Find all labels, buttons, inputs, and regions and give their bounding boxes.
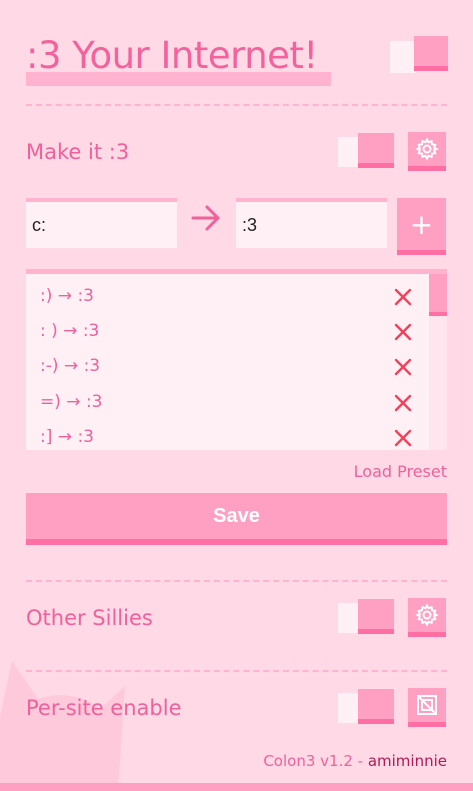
replacement-from: :-) (40, 356, 59, 376)
toggle-track-on (358, 689, 394, 719)
close-icon[interactable] (394, 429, 412, 447)
arrow-glyph: → (57, 286, 73, 306)
version-text: Colon3 v1.2 - (263, 752, 368, 770)
make-it-toggle[interactable] (338, 133, 394, 171)
site-toggle-icon (417, 695, 437, 715)
replacement-from: =) (40, 392, 61, 412)
save-button[interactable]: Save (26, 493, 447, 539)
toggle-track-on (358, 133, 394, 163)
per-site-button[interactable] (408, 688, 446, 722)
cat-silhouette (0, 661, 125, 791)
toggle-track-off (390, 41, 416, 73)
from-input[interactable]: c: (26, 198, 177, 248)
to-input[interactable]: :3 (236, 198, 387, 248)
header: :3 Your Internet! (26, 30, 447, 90)
replacement-to: :3 (83, 356, 101, 376)
make-it-label: Make it :3 (26, 140, 130, 164)
divider (26, 580, 447, 582)
divider (26, 104, 447, 106)
arrow-glyph: → (66, 392, 81, 412)
list-scrollbar[interactable] (429, 274, 447, 450)
plus-icon: + (409, 207, 434, 241)
arrow-glyph: → (63, 356, 79, 376)
other-sillies-toggle[interactable] (338, 599, 394, 637)
other-sillies-label: Other Sillies (26, 606, 153, 630)
list-item: : ) → :3 (26, 314, 426, 350)
replacement-list[interactable]: :) → :3 : ) → :3 :-) → :3 =) → :3 :] → :… (26, 269, 447, 450)
master-toggle[interactable] (390, 36, 448, 74)
replacement-from: :] (40, 427, 53, 447)
per-site-label: Per-site enable (26, 696, 182, 720)
close-icon[interactable] (394, 358, 412, 376)
add-replacement-button[interactable]: + (397, 198, 446, 250)
load-preset-link[interactable]: Load Preset (354, 462, 447, 481)
gear-icon (415, 137, 439, 161)
arrow-glyph: → (63, 321, 78, 341)
replacement-from: : ) (40, 321, 58, 341)
other-sillies-settings-button[interactable] (408, 598, 446, 632)
replacement-to: :3 (77, 427, 94, 447)
list-item: :) → :3 (26, 279, 426, 315)
footer: Colon3 v1.2 - amiminnie (263, 752, 447, 770)
replacement-to: :3 (77, 286, 94, 306)
close-icon[interactable] (394, 394, 412, 412)
list-item: =) → :3 (26, 385, 426, 421)
replacement-from: :) (40, 286, 53, 306)
make-it-settings-button[interactable] (408, 132, 446, 166)
divider (26, 670, 447, 672)
author-link[interactable]: amiminnie (368, 752, 447, 770)
per-site-toggle[interactable] (338, 689, 394, 727)
replacement-to: :3 (82, 321, 100, 341)
arrow-glyph: → (57, 427, 73, 447)
page-title: :3 Your Internet! (26, 34, 318, 77)
list-item: :] → :3 (26, 420, 426, 450)
bottom-bar (0, 783, 473, 791)
close-icon[interactable] (394, 323, 412, 341)
arrow-right-icon (191, 205, 220, 231)
replacement-to: :3 (85, 392, 103, 412)
list-item: :-) → :3 (26, 349, 426, 385)
scroll-thumb[interactable] (429, 274, 447, 312)
gear-icon (415, 603, 439, 627)
toggle-track-on (414, 36, 448, 66)
toggle-track-on (358, 599, 394, 629)
close-icon[interactable] (394, 288, 412, 306)
